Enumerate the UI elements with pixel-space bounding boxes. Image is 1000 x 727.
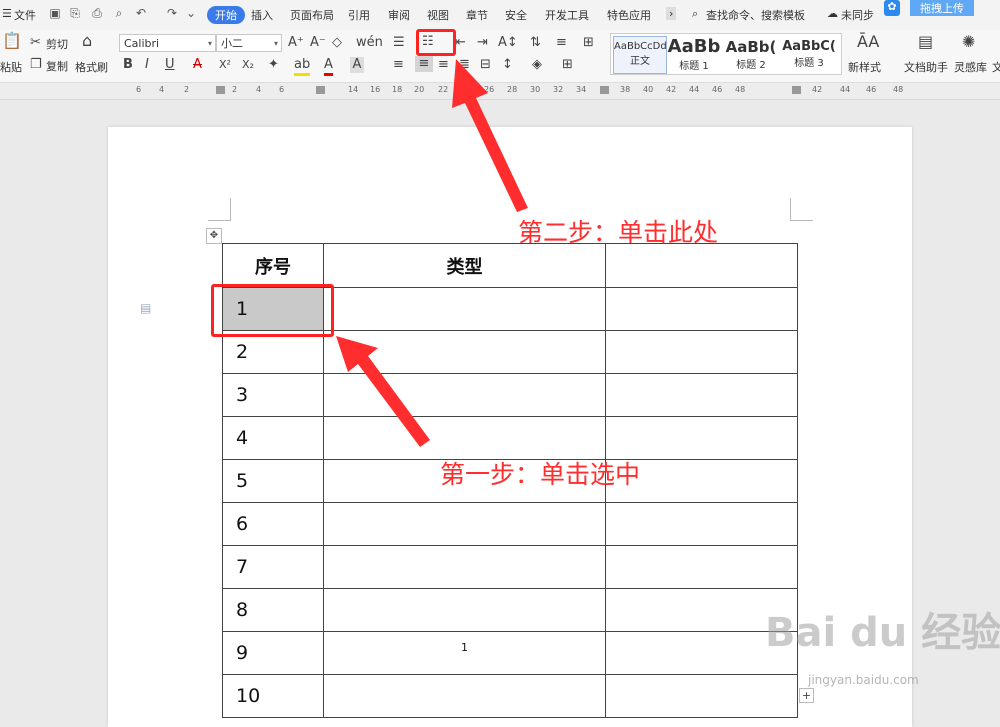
step2-annotation: 第二步：单击此处 [518,218,719,247]
step1-annotation: 第一步：单击选中 [440,460,641,489]
watermark-url: jingyan.baidu.com [808,673,919,687]
step2-arrow [452,59,528,212]
step1-arrow [336,336,430,447]
baidu-watermark: Bai du 经验 [765,610,1000,656]
